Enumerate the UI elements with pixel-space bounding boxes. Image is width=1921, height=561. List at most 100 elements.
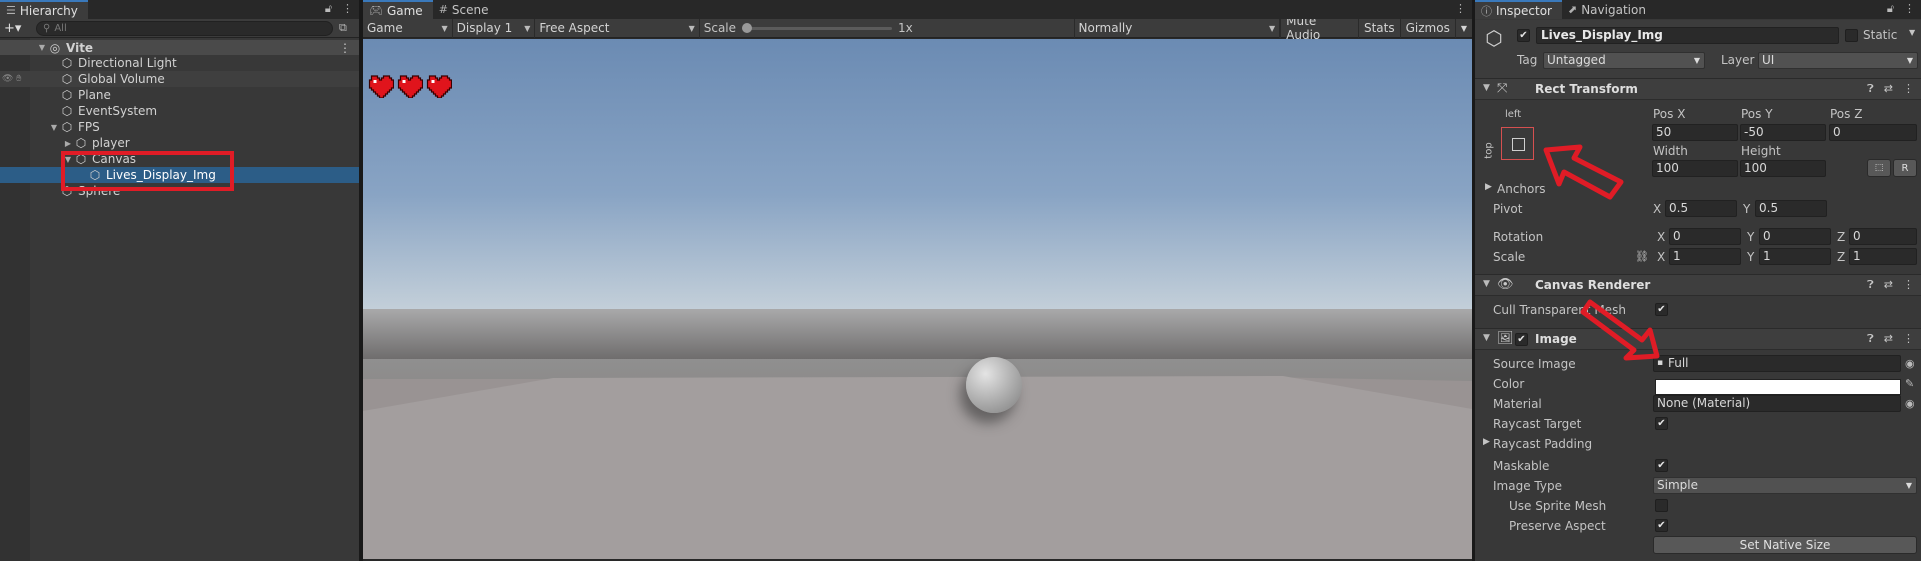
raycast-target-checkbox[interactable]: ✔ (1655, 417, 1668, 430)
kebab-menu-icon[interactable]: ⋮ (339, 41, 351, 55)
rotation-y-field[interactable]: 0 (1759, 228, 1831, 245)
tree-item-sphere[interactable]: ⬡ Sphere (0, 183, 359, 199)
preset-icon[interactable]: ⇄ (1884, 82, 1893, 96)
image-header[interactable]: ▼ 🖼︎ ✔ Image ❓︎ ⇄ ⋮ (1475, 328, 1921, 350)
visibility-icon[interactable]: 👁︎ ✋︎ (2, 74, 21, 84)
fold-arrow-icon[interactable]: ▼ (48, 123, 60, 132)
tree-item-canvas[interactable]: ▼ ⬡ Canvas (0, 151, 359, 167)
pos-z-field[interactable]: 0 (1829, 124, 1917, 141)
pos-y-field[interactable]: -50 (1740, 124, 1826, 141)
tab-scene[interactable]: # Scene (432, 0, 499, 19)
fold-arrow-icon[interactable]: ▶ (62, 139, 74, 148)
tag-dropdown[interactable]: Untagged ▼ (1543, 52, 1705, 69)
tree-item-player[interactable]: ▶ ⬡ player (0, 135, 359, 151)
layer-dropdown[interactable]: UI ▼ (1758, 52, 1918, 69)
scale-z-field[interactable]: 1 (1849, 248, 1917, 265)
tab-hierarchy[interactable]: ☰ Hierarchy (0, 0, 88, 19)
rotation-x-field[interactable]: 0 (1669, 228, 1741, 245)
color-swatch[interactable] (1655, 379, 1901, 395)
pos-x-field[interactable]: 50 (1652, 124, 1738, 141)
help-icon[interactable]: ❓︎ (1867, 278, 1874, 292)
tree-item-directional-light[interactable]: ⬡ Directional Light (0, 55, 359, 71)
add-object-button[interactable]: +▾ (4, 21, 30, 36)
gizmos-button[interactable]: Gizmos (1399, 18, 1455, 38)
link-icon[interactable]: ⛓︎ (1635, 250, 1649, 263)
cull-transparent-mesh-label: Cull Transparent Mesh (1493, 303, 1626, 317)
static-checkbox[interactable] (1845, 29, 1858, 42)
anchors-label[interactable]: Anchors (1497, 182, 1546, 196)
width-field[interactable]: 100 (1652, 160, 1738, 177)
pivot-y-field[interactable]: 0.5 (1755, 200, 1827, 217)
heart-icon (397, 75, 423, 98)
pivot-x-field[interactable]: 0.5 (1665, 200, 1737, 217)
maskable-checkbox[interactable]: ✔ (1655, 459, 1668, 472)
tree-item-plane[interactable]: ⬡ Plane (0, 87, 359, 103)
slider-handle[interactable] (742, 22, 753, 33)
lock-icon[interactable]: 🔓︎ (325, 2, 332, 16)
kebab-menu-icon[interactable]: ⋮ (1903, 82, 1914, 96)
eyedropper-icon[interactable]: ✎ (1905, 377, 1914, 390)
help-icon[interactable]: ❓︎ (1867, 82, 1874, 96)
mute-audio-button[interactable]: Mute Audio (1280, 14, 1358, 42)
scale-x-field[interactable]: 1 (1669, 248, 1741, 265)
scale-y-field[interactable]: 1 (1759, 248, 1831, 265)
fold-arrow-icon[interactable]: ▼ (36, 43, 48, 52)
set-native-size-button[interactable]: Set Native Size (1653, 536, 1917, 554)
kebab-menu-icon[interactable]: ⋮ (1903, 278, 1914, 292)
game-mode-dropdown[interactable]: Game ▼ (363, 18, 453, 38)
raw-edit-button[interactable]: R (1893, 159, 1917, 177)
object-name-field[interactable]: Lives_Display_Img (1536, 27, 1839, 44)
tree-item-vite[interactable]: ▼ ◎ Vite ⋮ (0, 40, 359, 55)
game-viewport[interactable] (363, 39, 1472, 559)
help-icon[interactable]: ❓︎ (1867, 332, 1874, 346)
stats-button[interactable]: Stats (1357, 18, 1400, 38)
display-dropdown[interactable]: Display 1 ▼ (453, 18, 536, 38)
image-type-dropdown[interactable]: Simple ▼ (1653, 477, 1917, 494)
fold-arrow-icon[interactable]: ▶ (1483, 437, 1490, 447)
scale-slider[interactable] (742, 22, 893, 33)
play-focus-dropdown[interactable]: Normally ▼ (1075, 18, 1281, 38)
preset-icon[interactable]: ⇄ (1884, 332, 1893, 346)
rect-transform-header[interactable]: ▼ ⤧ Rect Transform ❓︎ ⇄ ⋮ (1475, 78, 1921, 100)
height-field[interactable]: 100 (1740, 160, 1826, 177)
kebab-menu-icon[interactable]: ⋮ (1903, 332, 1914, 346)
cull-transparent-mesh-checkbox[interactable]: ✔ (1655, 303, 1668, 316)
tree-item-lives-display-img[interactable]: ⬡ Lives_Display_Img (0, 167, 359, 183)
aspect-dropdown[interactable]: Free Aspect ▼ (535, 18, 700, 38)
tree-item-eventsystem[interactable]: ⬡ EventSystem (0, 103, 359, 119)
fold-arrow-icon[interactable]: ▶ (1485, 182, 1492, 192)
scene-visibility-icon[interactable]: ⧉ (339, 21, 355, 36)
fold-arrow-icon[interactable]: ▼ (62, 155, 74, 164)
kebab-menu-icon[interactable]: ⋮ (1455, 2, 1466, 15)
raycast-padding-label[interactable]: Raycast Padding (1493, 437, 1592, 451)
chevron-down-icon[interactable]: ▼ (1909, 28, 1915, 37)
tab-navigation[interactable]: ⬈ Navigation (1561, 0, 1656, 19)
canvas-renderer-header[interactable]: ▼ 👁︎ Canvas Renderer ❓︎ ⇄ ⋮ (1475, 274, 1921, 296)
preset-icon[interactable]: ⇄ (1884, 278, 1893, 292)
blueprint-mode-button[interactable]: ⬚ (1867, 159, 1891, 177)
tab-inspector[interactable]: ⓘ Inspector (1475, 0, 1562, 19)
fold-arrow-icon[interactable]: ▼ (1483, 333, 1490, 343)
material-field[interactable]: None (Material) (1653, 395, 1901, 412)
chevron-down-icon: ▼ (1269, 23, 1276, 33)
object-picker-icon[interactable]: ◉ (1905, 357, 1915, 370)
anchor-presets-button[interactable] (1501, 127, 1534, 160)
gizmos-dropdown-icon[interactable]: ▼ (1454, 18, 1472, 38)
heart-icon (368, 75, 394, 98)
rotation-z-field[interactable]: 0 (1849, 228, 1917, 245)
kebab-menu-icon[interactable]: ⋮ (342, 2, 353, 16)
lock-icon[interactable]: 🔓︎ (1887, 2, 1894, 16)
hierarchy-search-input[interactable]: ⚲ All (36, 20, 333, 36)
use-sprite-mesh-checkbox[interactable] (1655, 499, 1668, 512)
fold-arrow-icon[interactable]: ▼ (1483, 83, 1490, 93)
tree-item-global-volume[interactable]: 👁︎ ✋︎ ⬡ Global Volume (0, 71, 359, 87)
preserve-aspect-checkbox[interactable]: ✔ (1655, 519, 1668, 532)
active-checkbox[interactable]: ✔ (1517, 29, 1530, 42)
tab-game[interactable]: 🎮︎ Game (363, 0, 433, 19)
image-enabled-checkbox[interactable]: ✔ (1515, 333, 1528, 346)
fold-arrow-icon[interactable]: ▼ (1483, 279, 1490, 289)
object-picker-icon[interactable]: ◉ (1905, 397, 1915, 410)
tree-item-fps[interactable]: ▼ ⬡ FPS (0, 119, 359, 135)
source-image-field[interactable]: ▪ Full (1653, 355, 1901, 372)
kebab-menu-icon[interactable]: ⋮ (1904, 2, 1915, 16)
